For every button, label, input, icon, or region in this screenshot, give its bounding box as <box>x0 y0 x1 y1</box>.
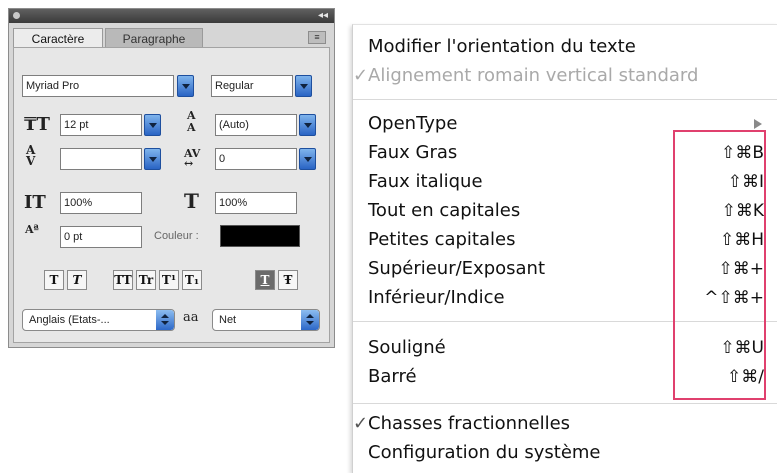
menu-item-label: Barré <box>368 366 417 387</box>
character-panel: ◂◂ Caractère Paragraphe ≡ Myriad Pro Reg… <box>8 8 335 348</box>
panel-titlebar[interactable]: ◂◂ <box>9 9 334 23</box>
small-caps-button[interactable]: Tr <box>136 270 156 290</box>
menu-item-label: Faux Gras <box>368 142 458 163</box>
strikethrough-button[interactable]: Ŧ <box>278 270 298 290</box>
subscript-button[interactable]: T₁ <box>182 270 202 290</box>
menu-item-label: OpenType <box>368 113 458 134</box>
panel-content: Myriad Pro Regular ₸T 12 pt AA (Auto) AV… <box>13 47 330 343</box>
font-size-icon: ₸T <box>24 114 50 135</box>
leading-icon: AA <box>187 109 196 134</box>
collapse-icon[interactable]: ◂◂ <box>318 9 328 23</box>
checkmark-icon: ✓ <box>353 65 369 86</box>
language-popup-arrows <box>156 310 174 330</box>
font-family-field[interactable]: Myriad Pro <box>22 75 174 97</box>
vertical-scale-field[interactable]: 100% <box>60 192 142 214</box>
antialias-popup[interactable]: Net <box>212 309 320 331</box>
menu-separator <box>353 403 777 404</box>
tracking-dropdown[interactable] <box>299 148 316 170</box>
color-label: Couleur : <box>154 230 199 242</box>
color-swatch[interactable] <box>220 225 300 247</box>
menu-item-label: Petites capitales <box>368 229 516 250</box>
menu-item-alignement-romain[interactable]: ✓ Alignement romain vertical standard <box>353 62 777 90</box>
faux-italic-button[interactable]: T <box>67 270 87 290</box>
menu-item-label: Configuration du système <box>368 442 601 463</box>
font-style-dropdown[interactable] <box>295 75 312 97</box>
menu-separator <box>353 99 777 100</box>
antialias-popup-arrows <box>301 310 319 330</box>
font-family-dropdown[interactable] <box>177 75 194 97</box>
baseline-shift-field[interactable]: 0 pt <box>60 226 142 248</box>
menu-item-label: Alignement romain vertical standard <box>368 65 699 86</box>
underline-button[interactable]: T <box>255 270 275 290</box>
font-style-field[interactable]: Regular <box>211 75 293 97</box>
all-caps-button[interactable]: TT <box>113 270 133 290</box>
menu-item-configuration-systeme[interactable]: Configuration du système <box>353 439 777 467</box>
menu-item-label: Supérieur/Exposant <box>368 258 546 279</box>
tab-caractere[interactable]: Caractère <box>13 28 103 48</box>
language-popup[interactable]: Anglais (Etats-... <box>22 309 175 331</box>
menu-item-label: Faux italique <box>368 171 483 192</box>
close-icon[interactable] <box>13 12 20 19</box>
panel-menu-button[interactable]: ≡ <box>308 31 326 44</box>
menu-item-label: Inférieur/Indice <box>368 287 505 308</box>
faux-bold-button[interactable]: T <box>44 270 64 290</box>
menu-item-label: Chasses fractionnelles <box>368 413 571 434</box>
kerning-icon: AV <box>26 143 36 168</box>
leading-dropdown[interactable] <box>299 114 316 136</box>
font-size-dropdown[interactable] <box>144 114 161 136</box>
leading-field[interactable]: (Auto) <box>215 114 297 136</box>
menu-item-chasses-fractionnelles[interactable]: ✓ Chasses fractionnelles <box>353 410 777 438</box>
tracking-icon: AV ↔ <box>184 147 201 170</box>
horizontal-scale-field[interactable]: 100% <box>215 192 297 214</box>
menu-item-label: Modifier l'orientation du texte <box>368 36 636 57</box>
horizontal-scale-icon: T <box>184 189 199 213</box>
superscript-button[interactable]: T¹ <box>159 270 179 290</box>
antialias-value: Net <box>219 314 237 326</box>
menu-item-label: Souligné <box>368 337 446 358</box>
vertical-scale-icon: IT <box>24 192 46 213</box>
baseline-shift-icon: Aª <box>25 223 39 236</box>
kerning-dropdown[interactable] <box>144 148 161 170</box>
menu-item-modifier-orientation[interactable]: Modifier l'orientation du texte <box>353 33 777 61</box>
font-size-field[interactable]: 12 pt <box>60 114 142 136</box>
menu-item-label: Tout en capitales <box>368 200 521 221</box>
tracking-field[interactable]: 0 <box>215 148 297 170</box>
submenu-arrow-icon <box>754 119 762 129</box>
checkmark-icon: ✓ <box>353 413 369 434</box>
language-value: Anglais (Etats-... <box>29 314 110 326</box>
shortcut-highlight-box <box>673 130 766 400</box>
kerning-field[interactable] <box>60 148 142 170</box>
antialias-icon: aa <box>183 310 199 325</box>
tab-paragraphe[interactable]: Paragraphe <box>105 28 203 48</box>
